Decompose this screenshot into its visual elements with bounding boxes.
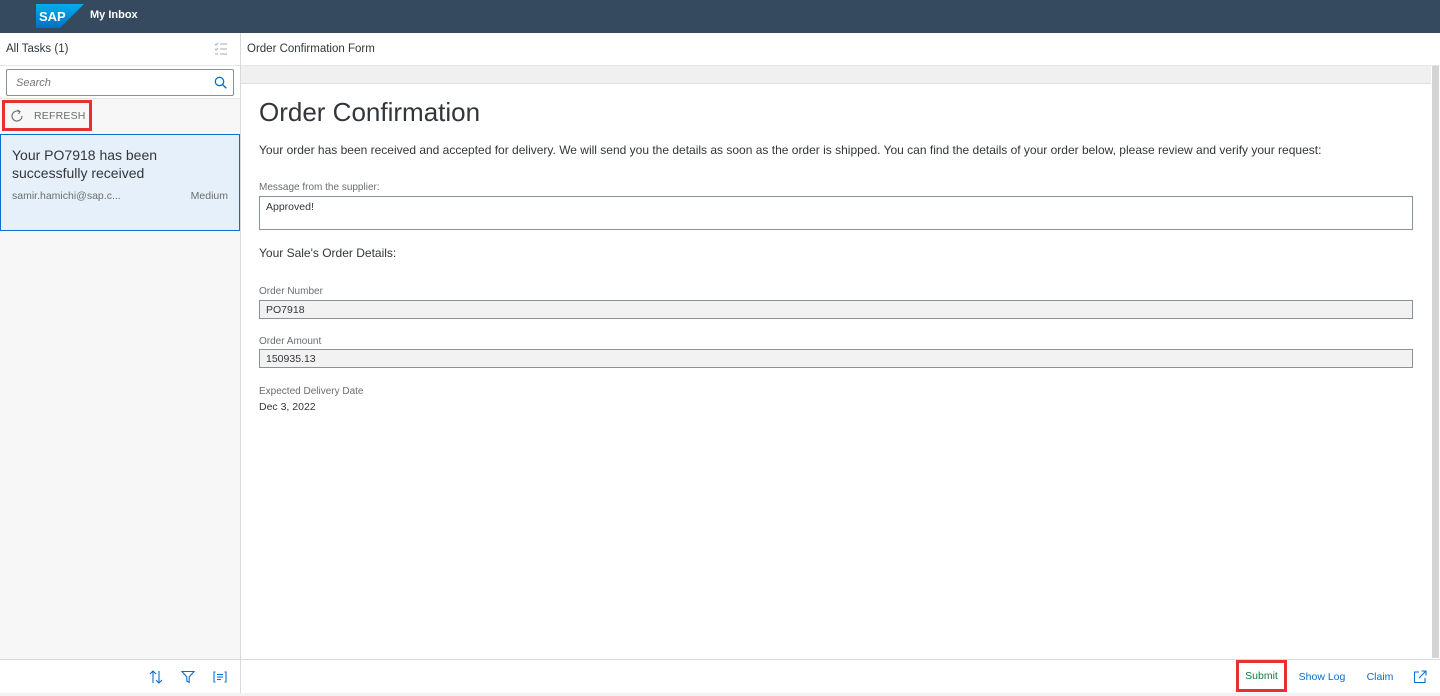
detail-footer: Submit Show Log Claim [241, 659, 1440, 693]
form-description: Your order has been received and accepte… [259, 143, 1322, 157]
task-list-pane: All Tasks (1) REFRESH Your PO7918 has be [0, 33, 241, 693]
task-title: Your PO7918 has been successfully receiv… [12, 147, 158, 181]
scrollbar-thumb[interactable] [1432, 66, 1439, 658]
order-number-label: Order Number [259, 286, 323, 297]
task-list-item[interactable]: Your PO7918 has been successfully receiv… [0, 134, 240, 231]
sap-logo[interactable]: SAP [36, 4, 84, 28]
supplier-message-value: Approved! [266, 201, 314, 213]
refresh-icon [11, 109, 23, 122]
delivery-date-value: Dec 3, 2022 [259, 401, 316, 413]
supplier-message-field[interactable]: Approved! [259, 196, 1413, 230]
delivery-date-label: Expected Delivery Date [259, 386, 364, 397]
claim-button[interactable]: Claim [1363, 660, 1397, 694]
list-settings-icon[interactable] [214, 42, 228, 56]
task-created-by: samir.hamichi@sap.c... [12, 190, 121, 202]
task-list-header: All Tasks (1) [0, 33, 240, 66]
shell-bar: SAP My Inbox [0, 0, 1440, 33]
task-list-footer [0, 659, 240, 693]
detail-title: Order Confirmation Form [247, 43, 375, 55]
supplier-message-label: Message from the supplier: [259, 182, 380, 193]
app-title: My Inbox [90, 9, 138, 21]
open-in-new-icon[interactable] [1413, 670, 1427, 684]
detail-header: Order Confirmation Form [241, 33, 1440, 66]
order-details-heading: Your Sale's Order Details: [259, 246, 397, 260]
filter-icon[interactable] [181, 670, 195, 684]
order-amount-field[interactable]: 150935.13 [259, 349, 1413, 368]
form-title: Order Confirmation [259, 97, 481, 127]
refresh-label: REFRESH [34, 110, 86, 122]
task-priority: Medium [190, 190, 228, 202]
sort-icon[interactable] [149, 670, 163, 684]
task-detail-pane: Order Confirmation Form Order Confirmati… [241, 33, 1440, 693]
search-icon[interactable] [214, 76, 227, 89]
form-toolbar-strip [241, 66, 1431, 84]
task-list-title: All Tasks (1) [6, 43, 69, 55]
order-number-value: PO7918 [266, 304, 305, 316]
search-input[interactable] [16, 77, 206, 89]
scrollbar[interactable] [1432, 66, 1439, 658]
submit-button[interactable]: Submit [1236, 660, 1287, 692]
order-amount-value: 150935.13 [266, 353, 316, 365]
order-number-field[interactable]: PO7918 [259, 300, 1413, 319]
search-field[interactable] [6, 69, 234, 96]
sap-logo-text: SAP [39, 9, 66, 24]
refresh-button[interactable]: REFRESH [2, 100, 92, 131]
order-amount-label: Order Amount [259, 336, 322, 347]
show-log-button[interactable]: Show Log [1297, 660, 1347, 694]
group-icon[interactable] [213, 670, 227, 684]
